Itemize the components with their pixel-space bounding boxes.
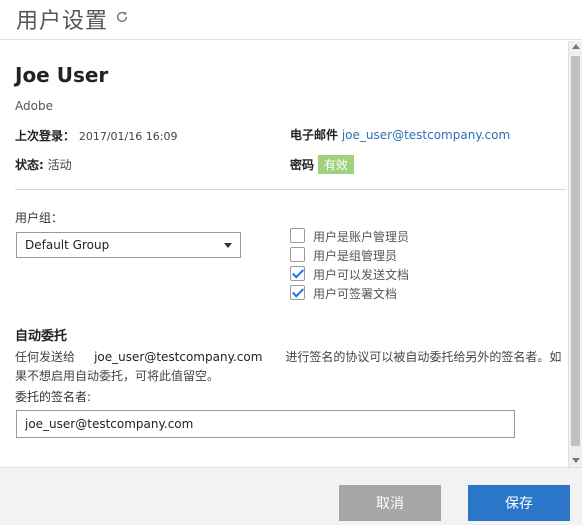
email-label: 电子邮件 (290, 128, 339, 142)
delegate-signer-input[interactable] (16, 410, 515, 438)
desc-email: joe_user@testcompany.com (94, 350, 263, 364)
email-link[interactable]: joe_user@testcompany.com (342, 128, 510, 142)
auto-delegate-title: 自动委托 (15, 329, 68, 344)
status-label: 状态: (15, 158, 44, 172)
scroll-thumb[interactable] (571, 56, 580, 446)
company-name: Adobe (15, 99, 53, 113)
checkbox-group-admin[interactable] (290, 247, 305, 262)
status-value: 活动 (47, 158, 72, 172)
last-login-row: 上次登录： 2017/01/16 16:09 (15, 127, 177, 144)
settings-panel: Joe User Adobe 上次登录： 2017/01/16 16:09 电子… (0, 41, 568, 467)
checkbox-account-admin[interactable] (290, 228, 305, 243)
password-label: 密码 (290, 158, 315, 172)
email-row: 电子邮件 joe_user@testcompany.com (290, 126, 510, 143)
page-title: 用户设置 (16, 9, 109, 34)
cancel-button[interactable]: 取消 (339, 485, 441, 521)
chevron-down-icon (224, 243, 232, 248)
desc-prefix: 任何发送给 (15, 350, 76, 364)
refresh-icon[interactable] (115, 10, 129, 24)
password-row: 密码 有效 (290, 155, 354, 174)
checkbox-can-sign[interactable] (290, 285, 305, 300)
delegate-signer-label: 委托的签名者: (15, 390, 92, 404)
permission-label: 用户可签署文档 (313, 287, 398, 301)
section-divider (15, 189, 566, 190)
dialog-footer: 取消 保存 (0, 467, 582, 525)
title-bar: 用户设置 (0, 0, 582, 40)
permission-label: 用户是账户管理员 (313, 230, 410, 244)
user-group-label: 用户组： (15, 211, 64, 225)
scroll-down-icon[interactable] (572, 458, 580, 463)
last-login-value: 2017/01/16 16:09 (78, 130, 178, 143)
status-row: 状态: 活动 (15, 156, 72, 173)
auto-delegate-description: 任何发送给 joe_user@testcompany.com 进行签名的协议可以… (15, 348, 565, 386)
save-button[interactable]: 保存 (468, 485, 570, 521)
password-status-badge: 有效 (317, 155, 354, 174)
permission-label: 用户可以发送文档 (313, 268, 410, 282)
permission-label: 用户是组管理员 (313, 249, 398, 263)
scroll-up-icon[interactable] (572, 44, 580, 49)
checkbox-can-send[interactable] (290, 266, 305, 281)
user-group-select[interactable]: Default Group (16, 232, 241, 258)
user-name: Joe User (15, 63, 109, 87)
user-group-selected: Default Group (25, 238, 110, 252)
vertical-scrollbar[interactable] (568, 41, 582, 467)
last-login-label: 上次登录： (15, 129, 76, 143)
